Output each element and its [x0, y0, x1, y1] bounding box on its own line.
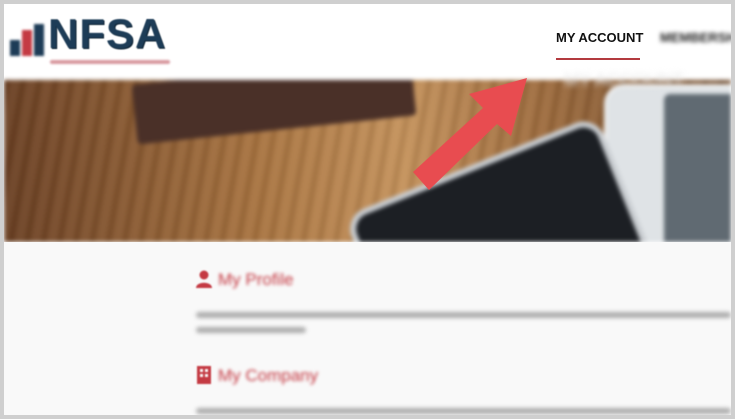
pointer-arrow-icon: [413, 78, 527, 190]
hero-leather-object: [131, 80, 417, 145]
browser-frame: NFSA MY ACCOUNT MEMBERSHIP MY ACCOUNT My…: [4, 4, 731, 415]
nav-active-underline: [556, 58, 640, 60]
my-profile-link[interactable]: My Profile: [196, 270, 294, 290]
section-title-my-company: My Company: [218, 366, 319, 385]
profile-description-line-1: [196, 312, 731, 318]
logo-text: NFSA: [48, 10, 167, 57]
hero-title: MY ACCOUNT: [564, 70, 684, 90]
account-content: My Profile My Company: [4, 242, 731, 415]
site-logo[interactable]: NFSA: [8, 6, 198, 76]
profile-description-line-2: [196, 327, 306, 333]
nfsa-logo-mark-icon: [10, 24, 44, 56]
section-title-my-profile: My Profile: [218, 270, 294, 289]
my-company-link[interactable]: My Company: [196, 366, 318, 386]
site-header: NFSA MY ACCOUNT MEMBERSHIP: [4, 4, 731, 80]
nav-item-next[interactable]: MEMBERSHIP: [660, 30, 731, 45]
logo-tagline: [50, 60, 170, 64]
hero-banner: [4, 80, 731, 242]
nav-item-my-account[interactable]: MY ACCOUNT: [556, 30, 643, 45]
company-description-line-1: [196, 408, 731, 414]
hero-phone-right-screen: [664, 94, 731, 242]
